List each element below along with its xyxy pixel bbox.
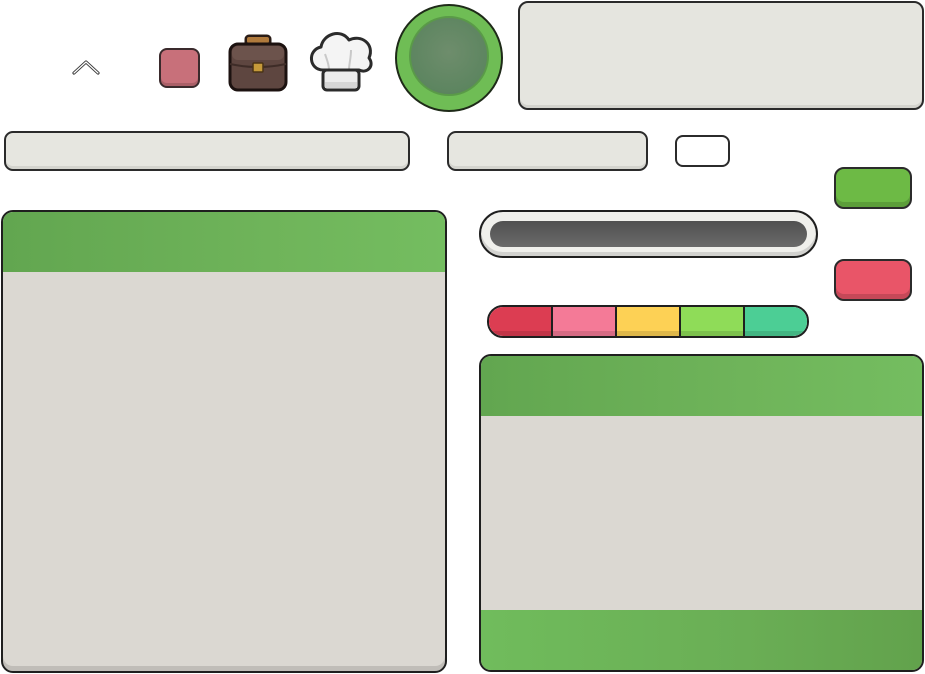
progress-track[interactable] (479, 210, 818, 258)
color-swatch[interactable] (617, 307, 681, 336)
value-input[interactable] (447, 131, 648, 171)
round-button-face (409, 16, 489, 96)
progress-track-groove (490, 221, 807, 247)
main-panel-header (3, 212, 445, 272)
dialog-panel-footer (481, 610, 922, 670)
chef-hat-icon[interactable] (305, 30, 377, 96)
color-swatch[interactable] (553, 307, 617, 336)
confirm-button[interactable] (834, 167, 912, 209)
main-panel (1, 210, 447, 673)
color-swatch[interactable] (681, 307, 745, 336)
name-input[interactable] (4, 131, 410, 171)
round-button[interactable] (395, 4, 503, 112)
cancel-button[interactable] (834, 259, 912, 301)
color-swatch[interactable] (745, 307, 807, 336)
small-input[interactable] (675, 135, 730, 167)
chevron-up-icon[interactable] (68, 54, 104, 80)
dialog-panel-header (481, 356, 922, 416)
info-panel (518, 1, 924, 110)
color-swatch-bar (487, 305, 809, 338)
dialog-panel (479, 354, 924, 672)
color-swatch[interactable] (489, 307, 553, 336)
briefcase-icon[interactable] (226, 34, 290, 94)
square-button[interactable] (159, 48, 200, 88)
